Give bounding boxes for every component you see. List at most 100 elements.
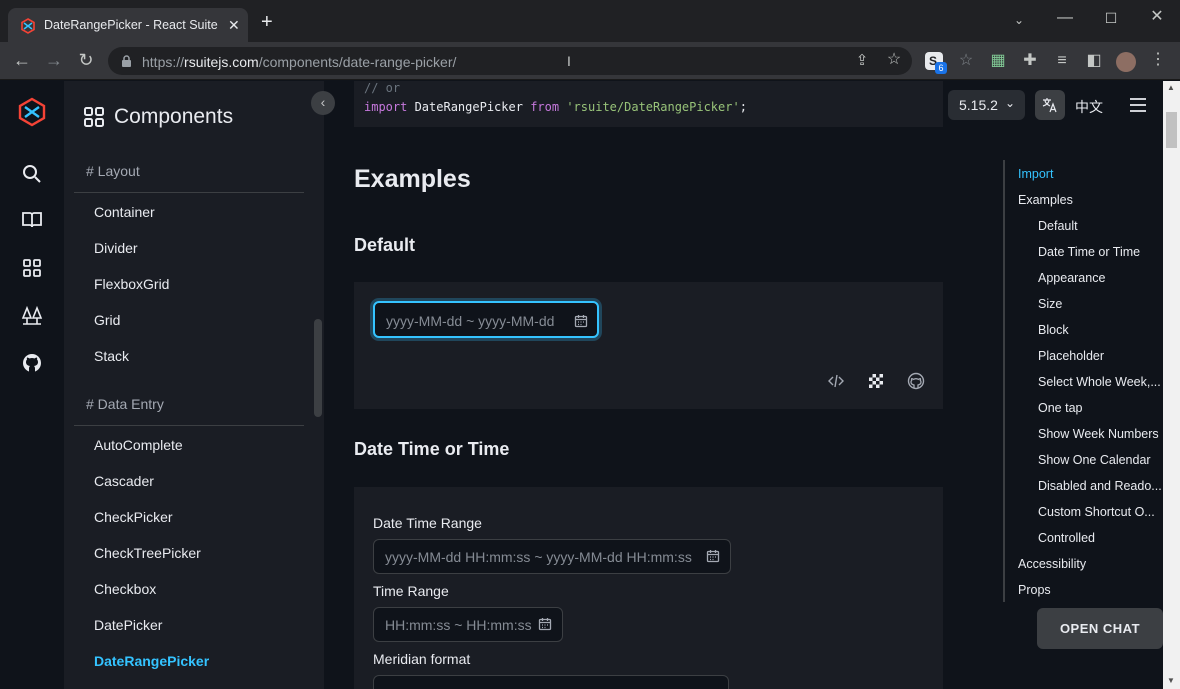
extension-s-icon[interactable]: S 6 bbox=[925, 52, 947, 74]
new-tab-icon[interactable]: + bbox=[261, 12, 273, 32]
sidebar-item-cascader[interactable]: Cascader bbox=[94, 473, 154, 489]
search-icon[interactable] bbox=[20, 162, 44, 186]
toc-item[interactable]: Placeholder bbox=[1038, 349, 1104, 363]
meridian-format-label: Meridian format bbox=[373, 651, 471, 667]
page-scrollbar-thumb[interactable] bbox=[1166, 112, 1177, 148]
github-icon[interactable] bbox=[907, 372, 925, 390]
profile-avatar[interactable] bbox=[1116, 52, 1136, 72]
tab-search-icon[interactable]: ⌄ bbox=[1009, 12, 1029, 28]
toc-item[interactable]: Accessibility bbox=[1018, 557, 1086, 571]
share-icon[interactable]: ⇪ bbox=[852, 53, 872, 69]
toc-item[interactable]: Show One Calendar bbox=[1038, 453, 1151, 467]
date-time-example-box: Date Time Range yyyy-MM-dd HH:mm:ss ~ yy… bbox=[354, 487, 943, 689]
maximize-icon[interactable]: ☐ bbox=[1101, 10, 1121, 26]
toc-item[interactable]: Block bbox=[1038, 323, 1069, 337]
sidebar-item-checkpicker[interactable]: CheckPicker bbox=[94, 509, 173, 525]
translate-icon bbox=[1042, 98, 1057, 113]
scroll-up-arrow-icon[interactable]: ▲ bbox=[1167, 83, 1175, 92]
toc-item[interactable]: Custom Shortcut O... bbox=[1038, 505, 1155, 519]
sidebar: Components # Layout Container Divider Fl… bbox=[64, 81, 324, 689]
components-grid-icon bbox=[84, 107, 104, 127]
toc-item[interactable]: Import bbox=[1018, 167, 1053, 181]
scroll-down-arrow-icon[interactable]: ▼ bbox=[1167, 676, 1175, 685]
toc-item[interactable]: Controlled bbox=[1038, 531, 1095, 545]
version-label: 5.15.2 bbox=[959, 97, 998, 113]
main-content: // or import DateRangePicker from 'rsuit… bbox=[324, 81, 1004, 689]
sidebar-item-checktreepicker[interactable]: CheckTreePicker bbox=[94, 545, 201, 561]
reading-list-icon[interactable]: ≡ bbox=[1052, 53, 1072, 69]
forward-icon[interactable]: → bbox=[44, 51, 64, 69]
sidebar-item-container[interactable]: Container bbox=[94, 204, 155, 220]
components-grid-icon[interactable] bbox=[20, 256, 44, 280]
extensions-puzzle-icon[interactable]: ✚ bbox=[1020, 53, 1040, 69]
bookmark-star-icon[interactable]: ☆ bbox=[884, 52, 904, 68]
toc-item[interactable]: Props bbox=[1018, 583, 1051, 597]
rsuite-logo-icon[interactable] bbox=[17, 97, 47, 127]
address-bar[interactable]: https://rsuitejs.com/components/date-ran… bbox=[108, 47, 912, 75]
back-icon[interactable]: ← bbox=[12, 51, 32, 69]
show-code-icon[interactable] bbox=[827, 372, 845, 390]
toc-item[interactable]: Show Week Numbers bbox=[1038, 427, 1159, 441]
sidebar-item-divider[interactable]: Divider bbox=[94, 240, 138, 256]
page-scrollbar[interactable]: ▲ ▼ bbox=[1163, 81, 1180, 689]
toc-item[interactable]: Select Whole Week,... bbox=[1038, 375, 1161, 389]
toc-item[interactable]: Size bbox=[1038, 297, 1062, 311]
lock-icon bbox=[122, 55, 131, 67]
toc-item[interactable]: Appearance bbox=[1038, 271, 1105, 285]
sidebar-item-daterangepicker[interactable]: DateRangePicker bbox=[94, 653, 209, 669]
nav-group-layout: # Layout bbox=[86, 163, 140, 179]
reload-icon[interactable]: ↻ bbox=[76, 51, 96, 69]
meridian-format-picker[interactable] bbox=[373, 675, 729, 689]
divider bbox=[74, 192, 304, 193]
sidebar-scrollbar[interactable] bbox=[314, 319, 322, 417]
code-comment: // or bbox=[364, 81, 401, 95]
sidebar-item-flexboxgrid[interactable]: FlexboxGrid bbox=[94, 276, 169, 292]
extension-star-icon[interactable]: ☆ bbox=[956, 53, 976, 69]
calendar-icon bbox=[574, 315, 588, 328]
language-button[interactable] bbox=[1035, 90, 1065, 120]
sidebar-item-checkbox[interactable]: Checkbox bbox=[94, 581, 156, 597]
default-heading: Default bbox=[354, 235, 416, 255]
date-time-heading: Date Time or Time bbox=[354, 439, 510, 459]
table-of-contents: Import Examples Default Date Time or Tim… bbox=[1003, 160, 1163, 602]
chevron-down-icon: ⌄ bbox=[1005, 96, 1016, 110]
book-icon[interactable] bbox=[20, 208, 44, 232]
text-cursor-icon: I bbox=[567, 53, 571, 69]
extension-grid-icon[interactable]: ▦ bbox=[988, 53, 1008, 69]
extension-badge: 6 bbox=[935, 62, 947, 74]
github-icon[interactable] bbox=[20, 351, 44, 375]
open-chat-button[interactable]: OPEN CHAT bbox=[1037, 608, 1163, 649]
toc-item[interactable]: Default bbox=[1038, 219, 1078, 233]
sidebar-item-grid[interactable]: Grid bbox=[94, 312, 120, 328]
minimize-icon[interactable]: — bbox=[1055, 10, 1075, 26]
examples-heading: Examples bbox=[354, 165, 471, 193]
tab-title: DateRangePicker - React Suite bbox=[44, 18, 218, 32]
transparent-background-icon[interactable] bbox=[867, 372, 885, 390]
version-select[interactable]: 5.15.2 ⌄ bbox=[948, 90, 1025, 120]
date-time-range-picker[interactable]: yyyy-MM-dd HH:mm:ss ~ yyyy-MM-dd HH:mm:s… bbox=[373, 539, 731, 574]
toc-item[interactable]: Examples bbox=[1018, 193, 1073, 207]
sidebar-item-datepicker[interactable]: DatePicker bbox=[94, 617, 162, 633]
toc-item[interactable]: Date Time or Time bbox=[1038, 245, 1140, 259]
browser-tab-bar: DateRangePicker - React Suite ✕ + ⌄ — ☐ … bbox=[0, 0, 1180, 42]
calendar-icon bbox=[706, 550, 720, 563]
time-range-picker[interactable]: HH:mm:ss ~ HH:mm:ss bbox=[373, 607, 563, 642]
icon-rail bbox=[0, 81, 64, 689]
close-tab-icon[interactable]: ✕ bbox=[228, 17, 240, 34]
toc-item[interactable]: Disabled and Reado... bbox=[1038, 479, 1162, 493]
hamburger-menu-icon[interactable] bbox=[1129, 97, 1147, 113]
sidebar-item-autocomplete[interactable]: AutoComplete bbox=[94, 437, 183, 453]
browser-menu-icon[interactable]: ⋮ bbox=[1148, 52, 1168, 68]
close-window-icon[interactable]: ✕ bbox=[1147, 9, 1167, 25]
sidebar-item-stack[interactable]: Stack bbox=[94, 348, 129, 364]
default-date-range-picker[interactable]: yyyy-MM-dd ~ yyyy-MM-dd bbox=[373, 301, 599, 338]
rsuite-favicon-icon bbox=[21, 18, 35, 34]
language-label[interactable]: 中文 bbox=[1075, 97, 1103, 117]
code-block: // or import DateRangePicker from 'rsuit… bbox=[354, 81, 943, 127]
side-panel-icon[interactable]: ◧ bbox=[1084, 53, 1104, 69]
browser-toolbar: ← → ↻ https://rsuitejs.com/components/da… bbox=[0, 42, 1180, 80]
code-import-line: import DateRangePicker from 'rsuite/Date… bbox=[364, 100, 747, 114]
browser-tab[interactable]: DateRangePicker - React Suite ✕ bbox=[8, 8, 248, 42]
tools-icon[interactable] bbox=[20, 304, 44, 328]
toc-item[interactable]: One tap bbox=[1038, 401, 1082, 415]
